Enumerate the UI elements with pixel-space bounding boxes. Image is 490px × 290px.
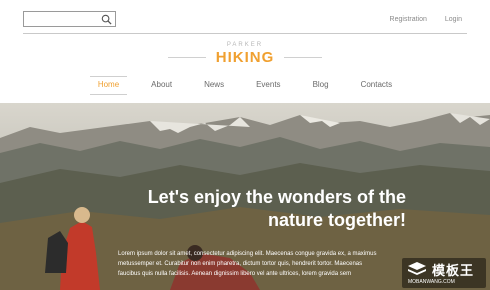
site-logo[interactable]: PARKER HIKING: [0, 42, 490, 66]
logo-right-line: [284, 57, 323, 58]
logo-row: HIKING: [0, 49, 490, 66]
top-links: Registration Login: [374, 16, 462, 23]
hero-headline: Let's enjoy the wonders of the nature to…: [106, 186, 406, 232]
nav-item-events[interactable]: Events: [248, 76, 288, 93]
logo-small-text: PARKER: [226, 42, 264, 48]
search-icon[interactable]: [101, 14, 112, 25]
logo-main-text: HIKING: [215, 49, 275, 66]
watermark-url: MOBANWANG.COM: [408, 279, 455, 285]
nav-item-contacts[interactable]: Contacts: [353, 76, 401, 93]
header-divider: [23, 33, 467, 34]
hero-headline-line2: nature together!: [267, 210, 406, 230]
logo-left-line: [167, 57, 206, 58]
main-nav: Home About News Events Blog Contacts: [0, 76, 490, 95]
hero-banner: Let's enjoy the wonders of the nature to…: [0, 103, 490, 290]
nav-item-news[interactable]: News: [196, 76, 232, 93]
watermark-title: 模板王: [432, 263, 475, 278]
top-bar: Registration Login: [0, 0, 490, 34]
nav-item-blog[interactable]: Blog: [305, 76, 337, 93]
search-box[interactable]: [23, 11, 116, 27]
login-link[interactable]: Login: [445, 16, 462, 23]
registration-link[interactable]: Registration: [390, 16, 427, 23]
search-input[interactable]: [27, 13, 97, 25]
nav-item-home[interactable]: Home: [89, 76, 128, 95]
watermark-badge: 模板王 MOBANWANG.COM: [402, 258, 486, 288]
hero-headline-line1: Let's enjoy the wonders of the: [147, 187, 406, 207]
nav-item-about[interactable]: About: [143, 76, 180, 93]
watermark-logo-icon: [408, 262, 426, 275]
